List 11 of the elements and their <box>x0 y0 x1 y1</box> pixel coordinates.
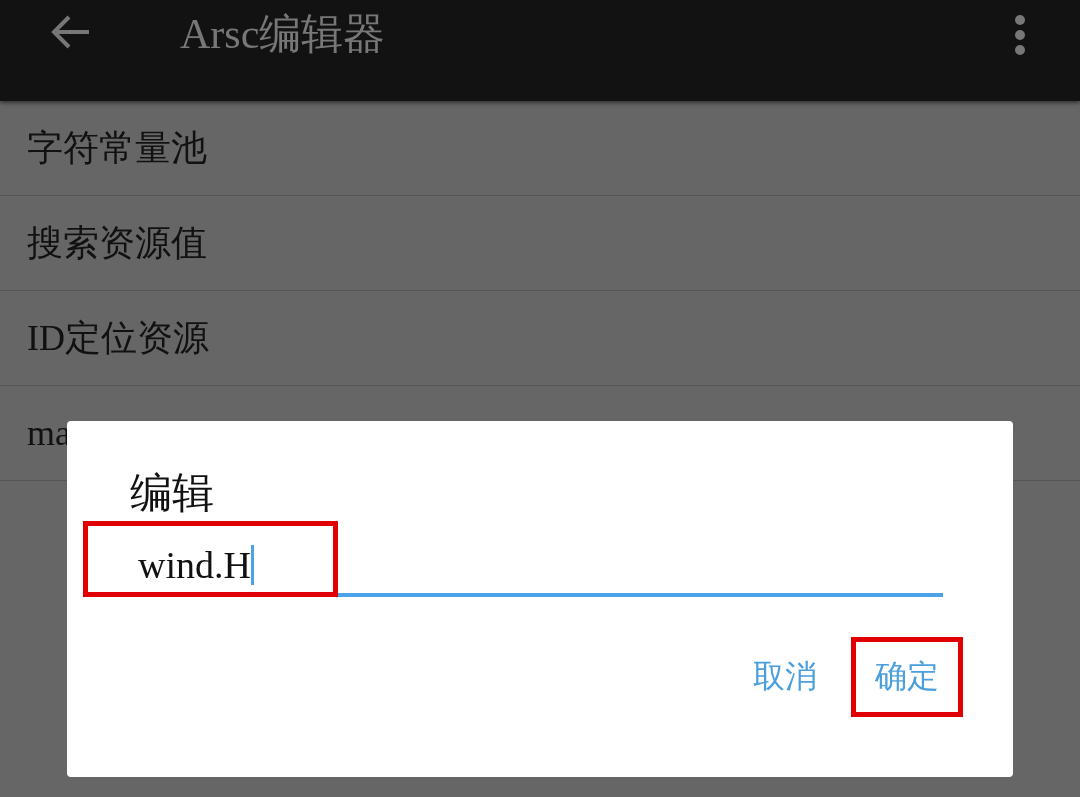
input-field[interactable]: wind.H <box>138 537 943 597</box>
dialog-title: 编辑 <box>130 471 214 515</box>
list-item[interactable]: ID定位资源 <box>0 291 1080 386</box>
dialog-button[interactable]: 确定 <box>851 637 963 717</box>
dialog-button[interactable]: 取消 <box>729 637 841 717</box>
more-menu-icon[interactable] <box>1014 14 1026 56</box>
text-cursor-icon <box>250 545 254 585</box>
list-item[interactable]: 字符常量池 <box>0 101 1080 196</box>
list-item[interactable]: 搜索资源值 <box>0 196 1080 291</box>
app-title: Arsc编辑器 <box>180 14 386 54</box>
back-arrow-icon[interactable] <box>49 14 91 50</box>
